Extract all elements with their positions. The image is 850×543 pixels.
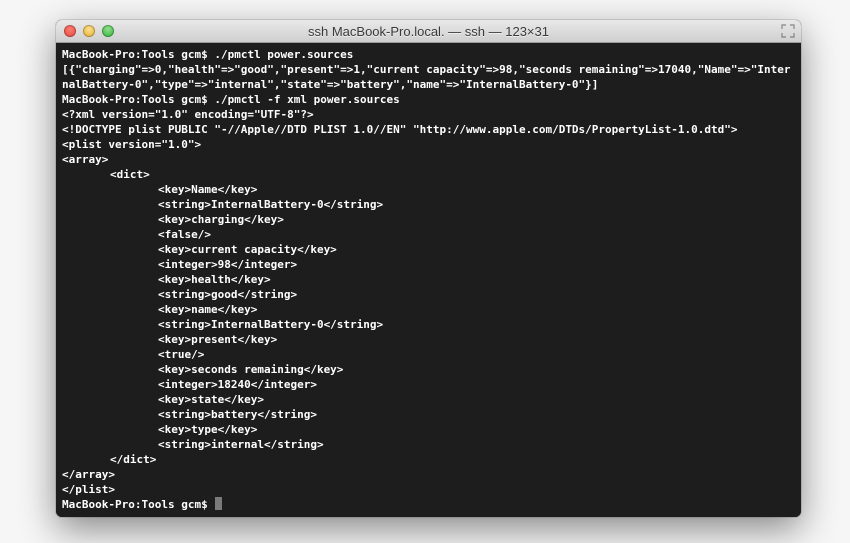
zoom-icon[interactable] [102, 25, 114, 37]
fullscreen-icon[interactable] [781, 24, 795, 38]
cursor [215, 497, 222, 510]
xml-line: <key>name</key> [62, 302, 795, 317]
prompt-line-2: MacBook-Pro:Tools gcm$ ./pmctl -f xml po… [62, 92, 795, 107]
xml-line: <key>charging</key> [62, 212, 795, 227]
prompt: MacBook-Pro:Tools gcm$ [62, 497, 214, 512]
xml-line: <key>seconds remaining</key> [62, 362, 795, 377]
xml-line: <string>battery</string> [62, 407, 795, 422]
command-2: ./pmctl -f xml power.sources [214, 92, 399, 107]
output-hash: [{"charging"=>0,"health"=>"good","presen… [62, 62, 795, 92]
xml-line: <key>type</key> [62, 422, 795, 437]
terminal-window: ssh MacBook-Pro.local. — ssh — 123×31 Ma… [56, 20, 801, 517]
terminal-body[interactable]: MacBook-Pro:Tools gcm$ ./pmctl power.sou… [56, 43, 801, 517]
xml-line: <true/> [62, 347, 795, 362]
xml-line: <false/> [62, 227, 795, 242]
xml-line: <key>health</key> [62, 272, 795, 287]
xml-body: <key>Name</key><string>InternalBattery-0… [62, 182, 795, 452]
xml-line: <key>state</key> [62, 392, 795, 407]
minimize-icon[interactable] [83, 25, 95, 37]
xml-dict-close: </dict> [62, 452, 795, 467]
titlebar[interactable]: ssh MacBook-Pro.local. — ssh — 123×31 [56, 20, 801, 43]
xml-array-close: </array> [62, 467, 795, 482]
prompt: MacBook-Pro:Tools gcm$ [62, 92, 214, 107]
xml-plist-open: <plist version="1.0"> [62, 137, 795, 152]
close-icon[interactable] [64, 25, 76, 37]
prompt-line-1: MacBook-Pro:Tools gcm$ ./pmctl power.sou… [62, 47, 795, 62]
xml-line: <integer>18240</integer> [62, 377, 795, 392]
xml-plist-close: </plist> [62, 482, 795, 497]
xml-line: <string>internal</string> [62, 437, 795, 452]
xml-line: <key>current capacity</key> [62, 242, 795, 257]
xml-line: <string>good</string> [62, 287, 795, 302]
command-1: ./pmctl power.sources [214, 47, 353, 62]
window-title: ssh MacBook-Pro.local. — ssh — 123×31 [56, 24, 801, 39]
xml-line: <integer>98</integer> [62, 257, 795, 272]
xml-doctype: <!DOCTYPE plist PUBLIC "-//Apple//DTD PL… [62, 122, 795, 137]
xml-line: <key>present</key> [62, 332, 795, 347]
xml-dict-open: <dict> [62, 167, 795, 182]
traffic-lights [56, 25, 114, 37]
xml-decl: <?xml version="1.0" encoding="UTF-8"?> [62, 107, 795, 122]
xml-line: <string>InternalBattery-0</string> [62, 197, 795, 212]
xml-array-open: <array> [62, 152, 795, 167]
prompt-line-3[interactable]: MacBook-Pro:Tools gcm$ [62, 497, 795, 512]
xml-line: <key>Name</key> [62, 182, 795, 197]
xml-line: <string>InternalBattery-0</string> [62, 317, 795, 332]
prompt: MacBook-Pro:Tools gcm$ [62, 47, 214, 62]
